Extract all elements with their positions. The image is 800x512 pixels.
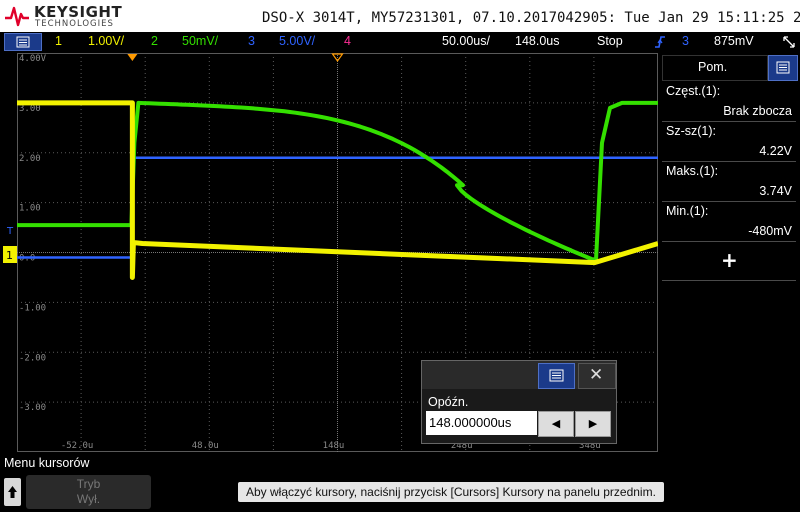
tab-measurements[interactable]: Pom. bbox=[662, 55, 768, 81]
meas-max-value: 3.74V bbox=[759, 184, 792, 198]
meas-min-value: -480mV bbox=[748, 224, 792, 238]
tab-measurements-label: Pom. bbox=[698, 60, 728, 74]
ground-marker: T bbox=[6, 226, 14, 237]
meas-pkpk-label: Sz-sz(1): bbox=[666, 124, 716, 138]
trigger-time-marker bbox=[127, 54, 138, 61]
meas-freq-label: Częst.(1): bbox=[666, 84, 721, 98]
arrow-up-icon bbox=[8, 486, 17, 498]
dialog-menu-button[interactable] bbox=[538, 363, 575, 389]
main-menu-button[interactable] bbox=[4, 33, 42, 51]
status-bar: 1 1.00V/ 2 50mV/ 3 5.00V/ 4 50.00us/ 148… bbox=[0, 32, 800, 52]
ch1-number[interactable]: 1 bbox=[55, 34, 62, 48]
meas-max-label: Maks.(1): bbox=[666, 164, 719, 178]
delay-increment-button[interactable]: ▶ bbox=[575, 411, 611, 437]
arrow-left-icon: ◀ bbox=[551, 417, 561, 430]
cursor-mode-softkey[interactable]: Tryb Wył. bbox=[26, 475, 151, 509]
delay-label: Opóźn. bbox=[428, 395, 469, 409]
separator bbox=[662, 201, 796, 202]
dialog-close-button[interactable]: ✕ bbox=[578, 363, 616, 389]
meas-freq-value: Brak zbocza bbox=[723, 104, 792, 118]
menu-icon bbox=[776, 61, 790, 74]
keysight-wave-icon bbox=[5, 6, 29, 27]
softkey-value: Wył. bbox=[76, 492, 101, 506]
y-axis-label: 2.00 bbox=[19, 154, 41, 164]
ch1-marker: 1 bbox=[6, 249, 13, 262]
delay-input[interactable]: 148.000000us bbox=[426, 411, 537, 435]
menu-icon bbox=[16, 36, 30, 48]
trigger-channel[interactable]: 3 bbox=[682, 34, 689, 48]
ch3-scale[interactable]: 5.00V/ bbox=[279, 34, 315, 48]
instrument-title: DSO-X 3014T, MY57231301, 07.10.201704290… bbox=[262, 10, 800, 26]
plus-icon: + bbox=[721, 248, 738, 272]
keysight-logo: KEYSIGHT TECHNOLOGIES bbox=[4, 3, 134, 29]
x-axis-label: -52.0u bbox=[61, 441, 94, 451]
separator bbox=[662, 241, 796, 242]
delay-dialog: ✕ Opóźn. 148.000000us ◀ ▶ bbox=[421, 360, 617, 444]
menu-icon bbox=[549, 369, 564, 382]
add-measurement-button[interactable]: + bbox=[662, 244, 796, 278]
ch2-number[interactable]: 2 bbox=[151, 34, 158, 48]
ch4-number[interactable]: 4 bbox=[344, 34, 351, 48]
panel-menu-button[interactable] bbox=[768, 55, 798, 81]
timebase-scale[interactable]: 50.00us/ bbox=[442, 34, 490, 48]
menu-title: Menu kursorów bbox=[4, 456, 90, 470]
header-bar: KEYSIGHT TECHNOLOGIES DSO-X 3014T, MY572… bbox=[0, 0, 800, 32]
y-axis-label: -3.00 bbox=[19, 403, 46, 413]
close-icon: ✕ bbox=[589, 365, 604, 385]
softkey-title: Tryb bbox=[76, 477, 101, 491]
y-axis-label: 4.00V bbox=[19, 54, 47, 64]
trigger-level[interactable]: 875mV bbox=[714, 34, 754, 48]
y-axis-label: -1.00 bbox=[19, 303, 46, 313]
separator bbox=[662, 161, 796, 162]
x-axis-label: 148u bbox=[323, 441, 345, 451]
trigger-edge-icon bbox=[655, 36, 665, 48]
timebase-delay[interactable]: 148.0us bbox=[515, 34, 559, 48]
arrow-right-icon: ▶ bbox=[588, 417, 598, 430]
cursor-hint-message: Aby włączyć kursory, naciśnij przycisk [… bbox=[238, 482, 664, 502]
run-state: Stop bbox=[597, 34, 623, 48]
meas-min-label: Min.(1): bbox=[666, 204, 709, 218]
ch2-scale[interactable]: 50mV/ bbox=[182, 34, 218, 48]
channel-markers: T 1 bbox=[3, 226, 17, 263]
separator bbox=[662, 280, 796, 281]
menu-up-button[interactable] bbox=[4, 478, 21, 506]
y-axis-label: -2.00 bbox=[19, 353, 46, 363]
expand-icon[interactable] bbox=[782, 35, 796, 49]
ch1-scale[interactable]: 1.00V/ bbox=[88, 34, 124, 48]
ch3-number[interactable]: 3 bbox=[248, 34, 255, 48]
brand-subtitle: TECHNOLOGIES bbox=[35, 19, 114, 29]
separator bbox=[662, 121, 796, 122]
meas-pkpk-value: 4.22V bbox=[759, 144, 792, 158]
delay-decrement-button[interactable]: ◀ bbox=[538, 411, 574, 437]
x-axis-label: 48.0u bbox=[192, 441, 219, 451]
y-axis-label: 1.00 bbox=[19, 204, 41, 214]
